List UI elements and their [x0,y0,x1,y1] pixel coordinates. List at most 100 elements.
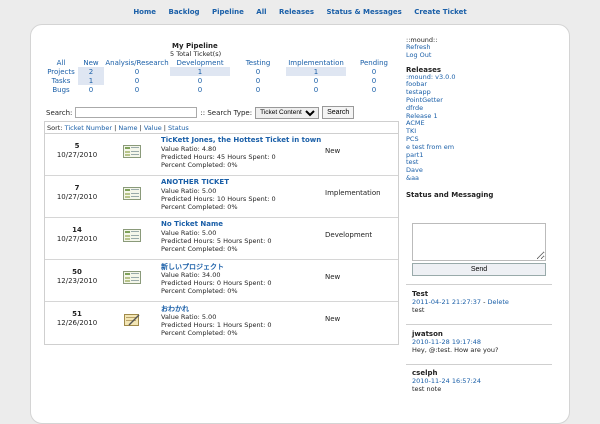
message-text: test [412,306,425,314]
ticket-status: New [325,147,341,155]
ticket-number: 5 [74,142,80,150]
ticket-status: New [325,315,341,323]
ticket-number: 50 [72,268,82,276]
pipeline-cell[interactable]: 0 [104,67,170,76]
nav-releases[interactable]: Releases [279,8,314,16]
ticket-list: Sort: Ticket Number | Name | Value | Sta… [44,121,399,345]
release-link[interactable]: Release 1 [406,112,552,121]
ticket-row[interactable]: 7 10/27/2010 ANOTHER TICKET Value Ratio:… [45,176,398,218]
ticket-percent: Percent Completed: 0% [161,329,238,337]
send-button[interactable]: Send [412,263,546,276]
pipeline-row-label[interactable]: Projects [44,67,78,76]
task-sheet-icon[interactable] [123,229,141,242]
ticket-date: 12/26/2010 [56,319,98,327]
ticket-hours: Predicted Hours: 45 Hours Spent: 0 [161,153,276,161]
search-label: Search: [46,108,73,117]
pipeline-cell[interactable]: 0 [170,85,230,94]
nav-home[interactable]: Home [133,8,156,16]
pipeline-col-all[interactable]: All [44,58,78,67]
search-button[interactable]: Search [322,106,355,119]
ticket-title-link[interactable]: TicKett Jones, the Hottest Ticket in tow… [161,136,321,144]
pipeline-cell[interactable]: 0 [78,85,104,94]
search-input[interactable] [75,107,198,118]
pipeline-cell[interactable]: 0 [170,76,230,85]
pipeline-col-development[interactable]: Development [170,58,230,67]
ticket-row[interactable]: 14 10/27/2010 No Ticket Name Value Ratio… [45,218,398,260]
status-messaging-header: Status and Messaging [406,190,494,199]
ticket-value-ratio: Value Ratio: 34.00 [161,271,221,279]
ticket-row[interactable]: 5 10/27/2010 TicKett Jones, the Hottest … [45,134,398,176]
nav-create-ticket[interactable]: Create Ticket [414,8,466,16]
pipeline-subtitle: 5 Total Ticket(s) [170,50,222,58]
task-sheet-icon[interactable] [123,187,141,200]
ticket-title-link[interactable]: ANOTHER TICKET [161,178,229,186]
sort-value[interactable]: Value [144,124,162,132]
ticket-title-link[interactable]: No Ticket Name [161,220,223,228]
message-textarea[interactable] [412,223,546,261]
release-link[interactable]: e test from em [406,143,552,152]
message-item: Test 2011-04-21 21:27:37 - Delete test [412,290,552,314]
sort-ticket-number[interactable]: Ticket Number [65,124,112,132]
nav-pipeline[interactable]: Pipeline [212,8,244,16]
notepad-icon[interactable] [123,313,141,326]
pipeline-cell[interactable]: 0 [104,85,170,94]
sort-name[interactable]: Name [118,124,137,132]
release-link[interactable]: part1 [406,151,552,160]
pipeline-row-label[interactable]: Tasks [44,76,78,85]
search-type-select[interactable]: Ticket Content [255,106,320,119]
nav-all[interactable]: All [256,8,266,16]
pipeline-col-new[interactable]: New [78,58,104,67]
message-item: cselph 2010-11-24 16:57:24 test note [412,369,552,393]
message-timestamp: 2010-11-28 19:17:48 [412,338,482,346]
message-item: jwatson 2010-11-28 19:17:48 Hey, @:test.… [412,330,552,354]
message-timestamp: 2011-04-21 21:27:37 [412,298,482,306]
pipeline-table: All New Analysis/Research Development Te… [44,58,402,94]
ticket-row[interactable]: 51 12/26/2010 おわかれ Value Ratio: 5.00 Pre… [45,302,398,344]
nav-backlog[interactable]: Backlog [168,8,199,16]
pipeline-row-projects: Projects 2 0 1 0 1 0 [44,67,402,76]
message-delete-link[interactable]: Delete [488,298,509,306]
pipeline-cell[interactable]: 0 [104,76,170,85]
ticket-row[interactable]: 50 12/23/2010 新しいプロジェクト Value Ratio: 34.… [45,260,398,302]
pipeline-cell[interactable]: 1 [78,76,104,85]
pipeline-cell[interactable]: 0 [346,76,402,85]
pipeline-cell[interactable]: 1 [286,67,346,76]
ticket-number: 14 [72,226,82,234]
release-link[interactable]: test [406,159,552,167]
pipeline-cell[interactable]: 0 [230,85,286,94]
pipeline-cell[interactable]: 0 [286,85,346,94]
ticket-value-ratio: Value Ratio: 4.80 [161,145,217,153]
release-link[interactable]: :mound: v3.0.0 [406,73,552,82]
pipeline-col-implementation[interactable]: Implementation [286,58,346,67]
release-link[interactable]: PointGetter [406,96,552,105]
divider [406,284,552,285]
ticket-date: 10/27/2010 [56,151,98,159]
pipeline-cell[interactable]: 0 [286,76,346,85]
release-link[interactable]: ACME [406,120,552,128]
ticket-value-ratio: Value Ratio: 5.00 [161,229,217,237]
pipeline-col-pending[interactable]: Pending [346,58,402,67]
ticket-percent: Percent Completed: 0% [161,161,238,169]
nav-status-messages[interactable]: Status & Messages [326,8,401,16]
task-sheet-icon[interactable] [123,271,141,284]
release-link[interactable]: Dave [406,166,552,175]
sort-status[interactable]: Status [168,124,189,132]
pipeline-cell[interactable]: 0 [230,76,286,85]
divider [406,364,552,365]
pipeline-cell[interactable]: 0 [346,85,402,94]
pipeline-cell[interactable]: 2 [78,67,104,76]
pipeline-col-testing[interactable]: Testing [230,58,286,67]
logout-link[interactable]: Log Out [406,51,552,60]
pipeline-row-label[interactable]: Bugs [44,85,78,94]
message-text: test note [412,385,442,393]
ticket-status: New [325,273,341,281]
pipeline-cell[interactable]: 0 [230,67,286,76]
release-link[interactable]: TKI [406,127,552,136]
message-user: cselph [412,369,438,377]
pipeline-cell[interactable]: 0 [346,67,402,76]
pipeline-cell[interactable]: 1 [170,67,230,76]
pipeline-col-analysis[interactable]: Analysis/Research [104,58,170,67]
release-link[interactable]: &aa [406,174,552,183]
task-sheet-icon[interactable] [123,145,141,158]
ticket-date: 10/27/2010 [56,235,98,243]
